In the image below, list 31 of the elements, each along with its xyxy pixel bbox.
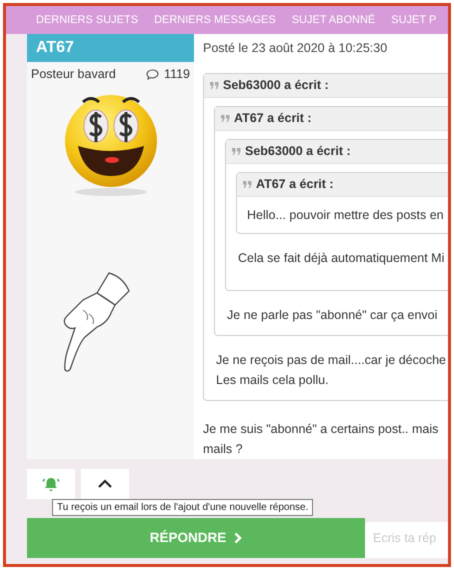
quote-author: Seb63000 a écrit :: [245, 143, 351, 160]
quote-icon: [210, 82, 219, 89]
quote-icon: [243, 181, 252, 188]
post-count: 1119: [164, 66, 190, 83]
post-text: mails ?: [203, 441, 244, 458]
quote-text: Les mails cela pollu.: [216, 372, 330, 389]
quote-text: Je ne reçois pas de mail....car je décoche: [216, 352, 447, 369]
quote-author: AT67 a écrit :: [234, 110, 312, 128]
quote-author: Seb63000 a écrit :: [223, 77, 329, 94]
quote-icon: [232, 148, 241, 155]
speech-bubble-icon: [146, 68, 160, 80]
scroll-up-button[interactable]: [81, 469, 129, 499]
author-rank: Posteur bavard: [31, 66, 116, 83]
nav-link[interactable]: SUJET ABONNÉ: [292, 12, 376, 28]
post-date: Posté le 23 août 2020 à 10:25:30: [203, 40, 388, 57]
nav-link[interactable]: DERNIERS SUJETS: [36, 12, 138, 28]
subscribe-bell-button[interactable]: [27, 469, 75, 499]
quote-author: AT67 a écrit :: [256, 176, 334, 194]
chevron-right-icon: [234, 532, 242, 544]
author-name: AT67: [36, 38, 74, 58]
quote-icon: [221, 115, 230, 122]
nav-link[interactable]: DERNIERS MESSAGES: [154, 12, 276, 28]
reply-button[interactable]: RÉPONDRE: [27, 518, 365, 558]
post-text: Je me suis "abonné" a certains post.. mais: [203, 421, 440, 438]
quote-text: Hello... pouvoir mettre des posts en: [247, 207, 445, 224]
tooltip-text: Tu reçois un email lors de l'ajout d'une nouvelle réponse.: [57, 501, 308, 515]
chevron-up-icon: [97, 479, 113, 489]
quote-text: Cela se fait déjà automatiquement Mi: [238, 250, 446, 267]
bell-icon: [42, 476, 60, 492]
nav-link[interactable]: SUJET P: [391, 12, 436, 28]
quote-text: Je ne parle pas "abonné" car ça envoi: [227, 307, 438, 324]
